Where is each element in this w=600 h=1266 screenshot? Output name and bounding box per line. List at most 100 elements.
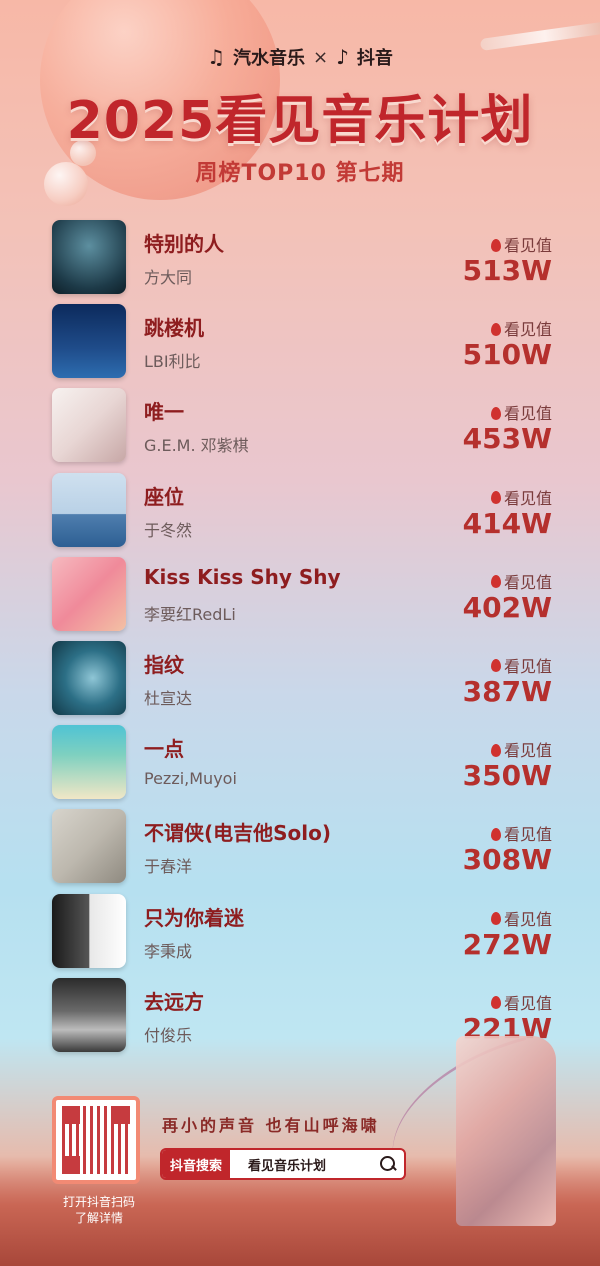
- qr-caption-line-2: 了解详情: [74, 1211, 123, 1225]
- qr-code[interactable]: [52, 1096, 140, 1184]
- album-cover[interactable]: [52, 220, 126, 294]
- metric-label-text: 看见值: [503, 656, 552, 676]
- list-item[interactable]: Kiss Kiss Shy Shy 李要红RedLi 看见值 402W: [52, 556, 552, 641]
- album-cover[interactable]: [52, 725, 126, 800]
- brand-row: ♫ 汽水音乐 × ♪ 抖音: [0, 44, 600, 70]
- qishui-music-logo-icon: ♫: [207, 45, 226, 69]
- song-title: 只为你着迷: [144, 905, 244, 930]
- metric-label-text: 看见值: [503, 909, 552, 929]
- album-cover[interactable]: [52, 809, 126, 884]
- flame-icon: [490, 659, 501, 673]
- song-artist: 于春洋: [144, 857, 193, 877]
- page-subtitle: 周榜TOP10 第七期: [195, 161, 405, 186]
- brand-douyin: 抖音: [356, 48, 393, 69]
- flame-icon: [490, 491, 501, 505]
- list-item[interactable]: 座位 于冬然 看见值 414W: [52, 472, 552, 557]
- metric-value: 308W: [462, 843, 552, 877]
- album-cover[interactable]: [52, 977, 126, 1052]
- slogan: 再小的声音 也有山呼海啸: [162, 1116, 380, 1135]
- song-title: 唯一: [144, 400, 184, 425]
- footer: 打开抖音扫码 了解详情 再小的声音 也有山呼海啸 抖音搜索 看见音乐计划: [0, 1036, 600, 1266]
- list-item[interactable]: 指纹 杜宣达 看见值 387W: [52, 640, 552, 725]
- song-artist: G.E.M. 邓紫棋: [144, 436, 249, 456]
- metric-label-text: 看见值: [503, 488, 552, 508]
- album-cover[interactable]: [52, 893, 126, 968]
- metric-label: 看见值: [490, 316, 552, 340]
- flame-icon: [490, 406, 501, 420]
- brand-separator: ×: [313, 46, 329, 68]
- song-artist: LBI利比: [144, 352, 201, 372]
- metric-label-text: 看见值: [503, 404, 552, 424]
- metric-value: 350W: [462, 759, 552, 793]
- metric-label: 看见值: [490, 232, 552, 256]
- header: ♫ 汽水音乐 × ♪ 抖音 2025看见音乐计划 周榜TOP10 第七期: [0, 44, 600, 187]
- qr-caption-line-1: 打开抖音扫码: [62, 1195, 135, 1209]
- flame-icon: [490, 322, 501, 336]
- song-title: 一点: [144, 737, 184, 762]
- album-cover[interactable]: [52, 640, 126, 715]
- song-title: 不谓侠(电吉他Solo): [144, 821, 332, 846]
- metric-label-text: 看见值: [503, 741, 552, 761]
- song-artist: Pezzi,Muyoi: [144, 769, 237, 789]
- song-title: 特别的人: [144, 232, 224, 256]
- qr-caption: 打开抖音扫码 了解详情: [44, 1194, 154, 1226]
- metric-label: 看见值: [490, 400, 552, 424]
- metric-value: 510W: [462, 338, 552, 372]
- list-item[interactable]: 一点 Pezzi,Muyoi 看见值 350W: [52, 725, 552, 809]
- brand-qishui: 汽水音乐: [233, 48, 306, 69]
- metric-value: 513W: [462, 254, 552, 287]
- list-item[interactable]: 只为你着迷 李秉成 看见值 272W: [52, 893, 552, 978]
- search-text[interactable]: 看见音乐计划: [230, 1155, 378, 1174]
- flame-icon: [490, 827, 501, 841]
- metric-label-text: 看见值: [503, 993, 552, 1013]
- metric-label: 看见值: [490, 569, 552, 593]
- flame-icon: [490, 575, 501, 589]
- douyin-logo-icon: ♪: [336, 45, 349, 69]
- song-artist: 付俊乐: [144, 1025, 193, 1045]
- search-icon[interactable]: [378, 1154, 398, 1174]
- metric-value: 387W: [462, 674, 552, 708]
- metric-label: 看见值: [490, 821, 552, 845]
- metric-label: 看见值: [490, 906, 552, 930]
- metric-label-text: 看见值: [503, 236, 552, 255]
- metric-value: 402W: [462, 590, 552, 624]
- search-tag: 抖音搜索: [162, 1150, 231, 1178]
- metric-label: 看见值: [490, 485, 552, 509]
- metric-label: 看见值: [490, 737, 552, 761]
- metric-label-text: 看见值: [503, 572, 552, 592]
- song-title: 座位: [144, 484, 184, 509]
- metric-label: 看见值: [490, 653, 552, 677]
- metric-value: 453W: [462, 422, 552, 456]
- album-cover[interactable]: [52, 388, 126, 463]
- metric-value: 414W: [462, 506, 552, 540]
- album-cover[interactable]: [52, 556, 126, 631]
- list-item[interactable]: 不谓侠(电吉他Solo) 于春洋 看见值 308W: [52, 809, 552, 893]
- album-cover[interactable]: [52, 472, 126, 547]
- page-title: 2025看见音乐计划: [66, 91, 534, 151]
- search-box[interactable]: 抖音搜索 看见音乐计划: [160, 1148, 406, 1180]
- list-item[interactable]: 唯一 G.E.M. 邓紫棋 看见值 453W: [52, 388, 552, 472]
- song-title: Kiss Kiss Shy Shy: [144, 564, 341, 589]
- list-item[interactable]: 特别的人 方大同 看见值 513W: [52, 220, 552, 304]
- song-artist: 李要红RedLi: [144, 604, 236, 624]
- song-artist: 杜宣达: [144, 688, 193, 708]
- flame-icon: [490, 743, 501, 757]
- song-title: 去远方: [144, 989, 204, 1014]
- metric-label-text: 看见值: [503, 320, 552, 340]
- song-artist: 方大同: [144, 268, 193, 287]
- flame-icon: [490, 912, 501, 925]
- chart-list: 特别的人 方大同 看见值 513W 跳楼机 LBI利比 看见值 510W 唯一 …: [52, 220, 552, 1062]
- decor-sculpture: [456, 1036, 556, 1226]
- song-artist: 于冬然: [144, 520, 193, 540]
- flame-icon: [490, 996, 501, 1010]
- list-item[interactable]: 跳楼机 LBI利比 看见值 510W: [52, 304, 552, 388]
- song-artist: 李秉成: [144, 941, 193, 961]
- song-title: 指纹: [144, 652, 184, 677]
- song-title: 跳楼机: [144, 316, 204, 341]
- qr-code-pattern: [62, 1106, 130, 1174]
- flame-icon: [490, 238, 501, 252]
- metric-value: 272W: [462, 927, 552, 961]
- metric-label-text: 看见值: [503, 825, 552, 845]
- metric-label: 看见值: [490, 990, 552, 1014]
- album-cover[interactable]: [52, 304, 126, 379]
